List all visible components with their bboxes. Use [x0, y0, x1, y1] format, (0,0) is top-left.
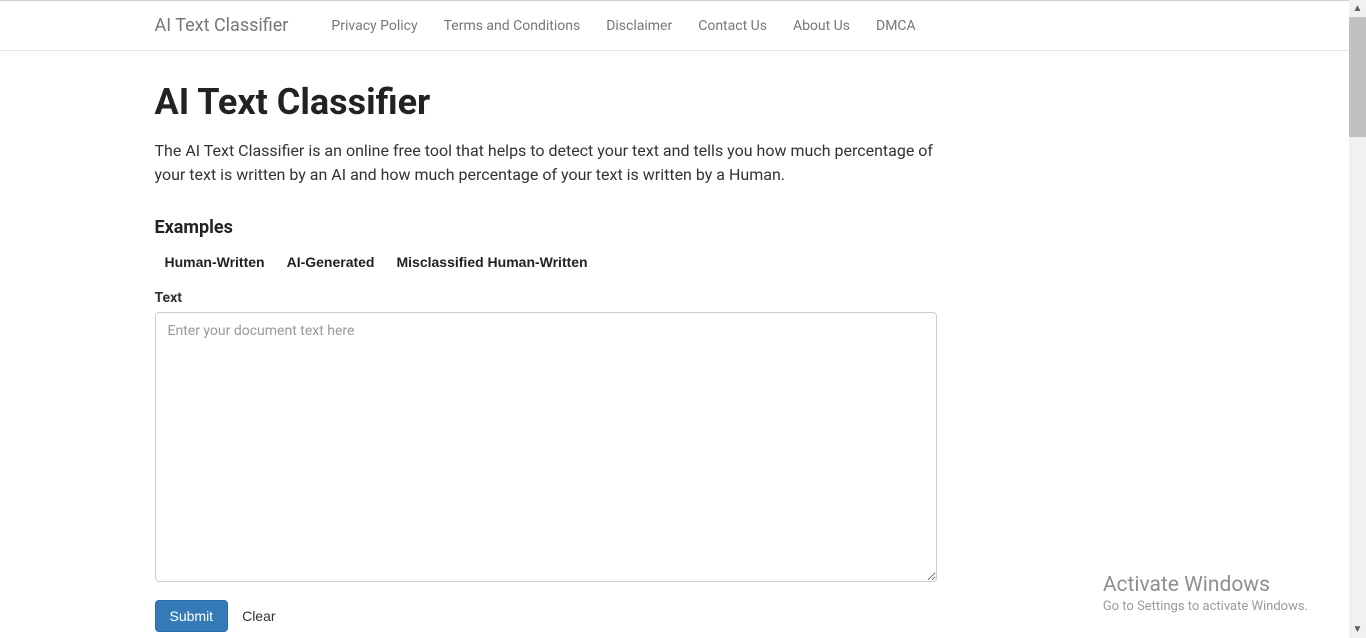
page-title: AI Text Classifier	[155, 81, 1195, 123]
clear-button[interactable]: Clear	[238, 601, 279, 631]
submit-button[interactable]: Submit	[155, 600, 229, 632]
nav-link-terms[interactable]: Terms and Conditions	[431, 3, 594, 49]
page-scroll-container[interactable]: AI Text Classifier Privacy Policy Terms …	[0, 0, 1349, 638]
main-content: AI Text Classifier The AI Text Classifie…	[140, 51, 1210, 638]
button-row: Submit Clear	[155, 600, 1195, 632]
page-description: The AI Text Classifier is an online free…	[155, 139, 945, 187]
text-label: Text	[155, 290, 1195, 306]
nav-link-contact[interactable]: Contact Us	[685, 3, 780, 49]
brand-link[interactable]: AI Text Classifier	[155, 1, 289, 50]
tab-human-written[interactable]: Human-Written	[165, 254, 265, 270]
examples-heading: Examples	[155, 217, 1195, 238]
nav-link-about[interactable]: About Us	[780, 3, 863, 49]
nav-link-disclaimer[interactable]: Disclaimer	[593, 3, 685, 49]
nav-link-privacy[interactable]: Privacy Policy	[318, 3, 430, 49]
scroll-thumb[interactable]	[1349, 17, 1366, 137]
scroll-up-icon[interactable]: ▲	[1349, 0, 1366, 17]
nav-link-dmca[interactable]: DMCA	[863, 3, 929, 49]
tab-misclassified[interactable]: Misclassified Human-Written	[397, 254, 588, 270]
scroll-track[interactable]	[1349, 17, 1366, 621]
scroll-down-icon[interactable]: ▼	[1349, 621, 1366, 638]
tab-ai-generated[interactable]: AI-Generated	[287, 254, 375, 270]
text-input[interactable]	[155, 312, 937, 582]
example-tabs: Human-Written AI-Generated Misclassified…	[155, 254, 1195, 270]
nav-links: Privacy Policy Terms and Conditions Disc…	[318, 3, 928, 49]
scrollbar[interactable]: ▲ ▼	[1349, 0, 1366, 638]
navbar: AI Text Classifier Privacy Policy Terms …	[0, 1, 1349, 51]
